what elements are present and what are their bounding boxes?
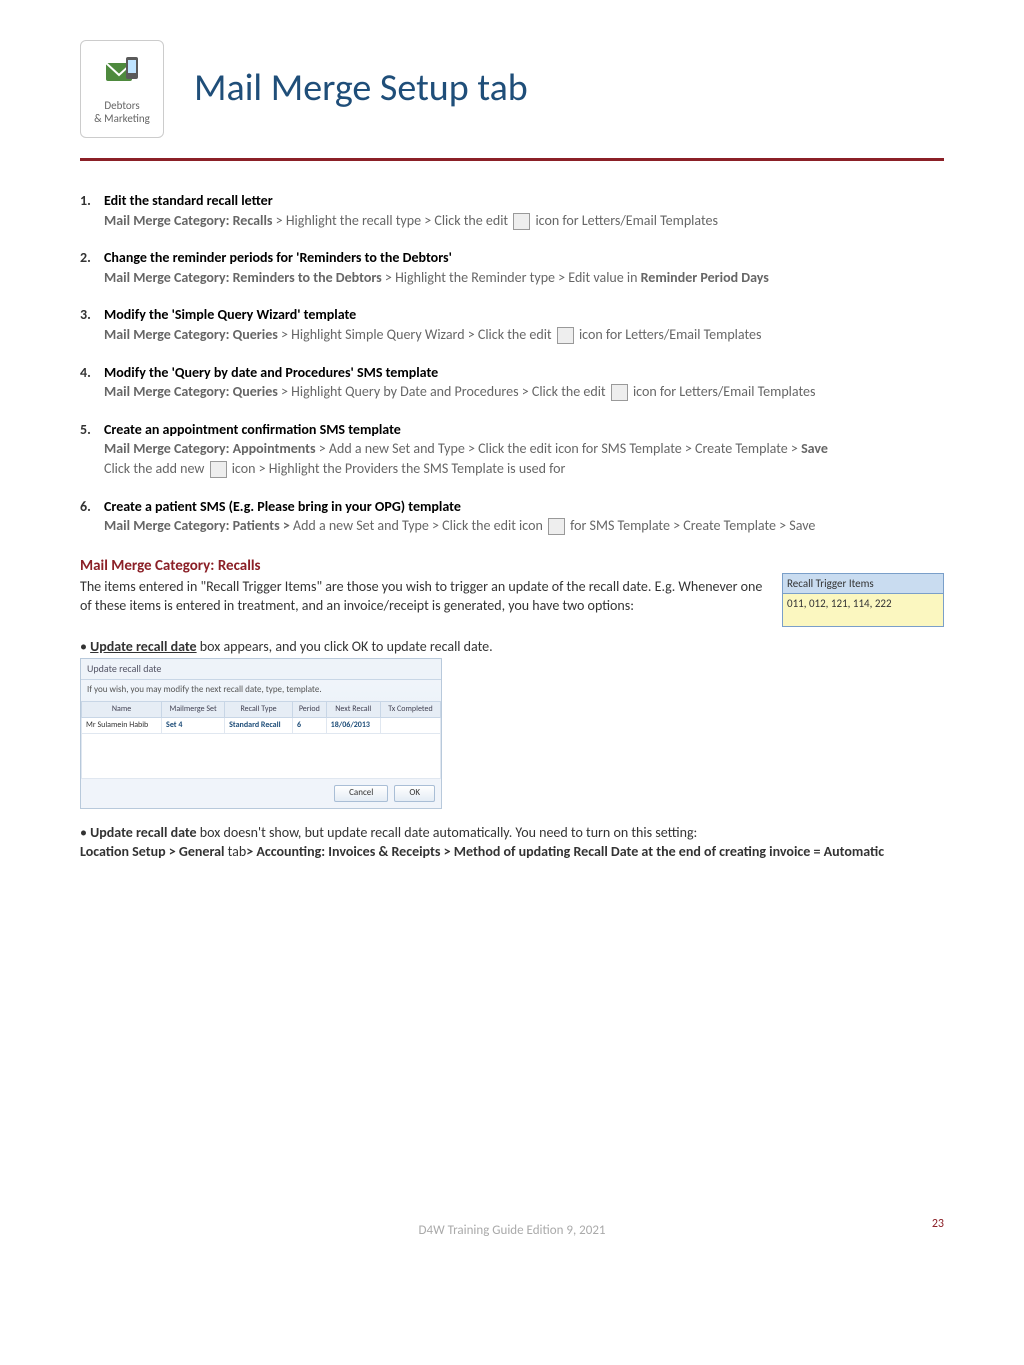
logo: Debtors & Marketing	[80, 40, 164, 138]
edit-icon	[611, 384, 628, 401]
logo-text: Debtors & Marketing	[94, 99, 150, 125]
dialog-title: Update recall date	[81, 659, 441, 680]
ok-button[interactable]: OK	[394, 785, 435, 802]
edit-icon	[513, 213, 530, 230]
bullet-1: • Update recall date box appears, and yo…	[80, 637, 944, 657]
recall-trigger-body: 011, 012, 121, 114, 222	[783, 593, 943, 625]
mail-phone-icon	[102, 53, 142, 93]
page-number: 23	[932, 1216, 944, 1233]
edit-icon	[557, 327, 574, 344]
edit-icon	[548, 518, 565, 535]
page-footer: D4W Training Guide Edition 9, 2021 23	[80, 1222, 944, 1240]
recall-trigger-items-box: Recall Trigger Items 011, 012, 121, 114,…	[782, 573, 944, 627]
footer-text: D4W Training Guide Edition 9, 2021	[418, 1223, 605, 1238]
update-recall-dialog: Update recall date If you wish, you may …	[80, 658, 442, 809]
add-new-icon	[210, 461, 227, 478]
dialog-hint: If you wish, you may modify the next rec…	[81, 680, 441, 701]
step-5: 5.Create an appointment confirmation SMS…	[80, 420, 944, 479]
step-6: 6.Create a patient SMS (E.g. Please brin…	[80, 497, 944, 536]
page-title: Mail Merge Setup tab	[194, 62, 528, 115]
page-header: Debtors & Marketing Mail Merge Setup tab	[80, 40, 944, 161]
step-3: 3.Modify the 'Simple Query Wizard' templ…	[80, 305, 944, 344]
cancel-button[interactable]: Cancel	[334, 785, 388, 802]
dialog-table: Name Mailmerge Set Recall Type Period Ne…	[81, 701, 441, 779]
recall-trigger-head: Recall Trigger Items	[783, 574, 943, 593]
step-2: 2.Change the reminder periods for 'Remin…	[80, 248, 944, 287]
bullet-2: • Update recall date box doesn't show, b…	[80, 823, 944, 862]
step-4: 4.Modify the 'Query by date and Procedur…	[80, 363, 944, 402]
step-1: 1.Edit the standard recall letter Mail M…	[80, 191, 944, 230]
